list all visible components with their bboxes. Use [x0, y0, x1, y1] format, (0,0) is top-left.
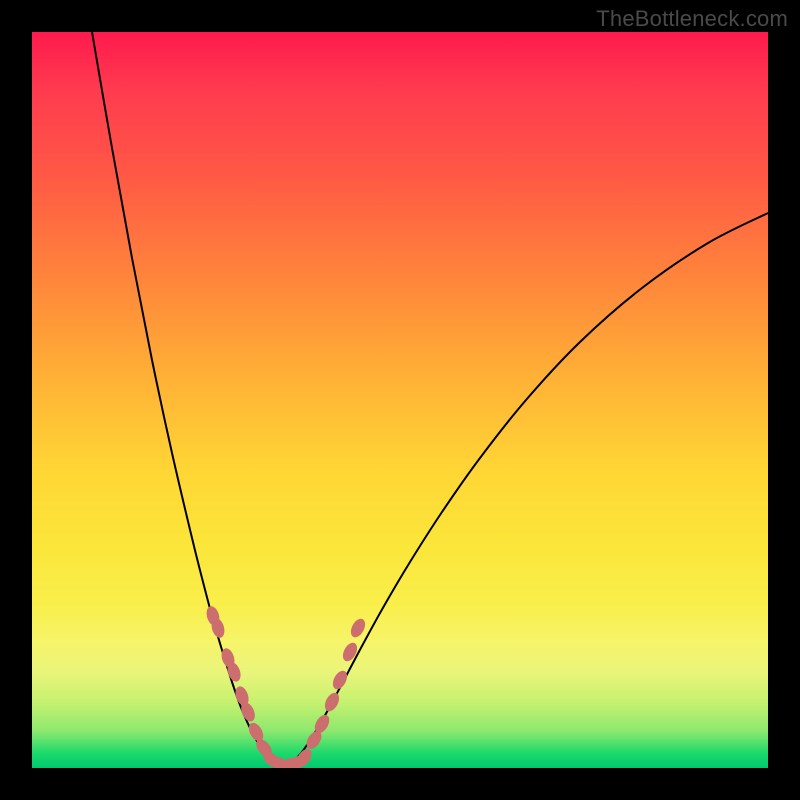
dot — [330, 668, 350, 691]
plot-area — [32, 32, 768, 768]
dot — [348, 616, 368, 639]
curve-right-branch — [284, 213, 768, 766]
dot — [340, 640, 360, 663]
dot — [322, 690, 342, 713]
curve-dots — [204, 605, 368, 768]
attribution-label: TheBottleneck.com — [596, 6, 788, 32]
bottleneck-curve — [32, 32, 768, 768]
chart-frame: TheBottleneck.com — [0, 0, 800, 800]
curve-left-branch — [92, 32, 284, 766]
